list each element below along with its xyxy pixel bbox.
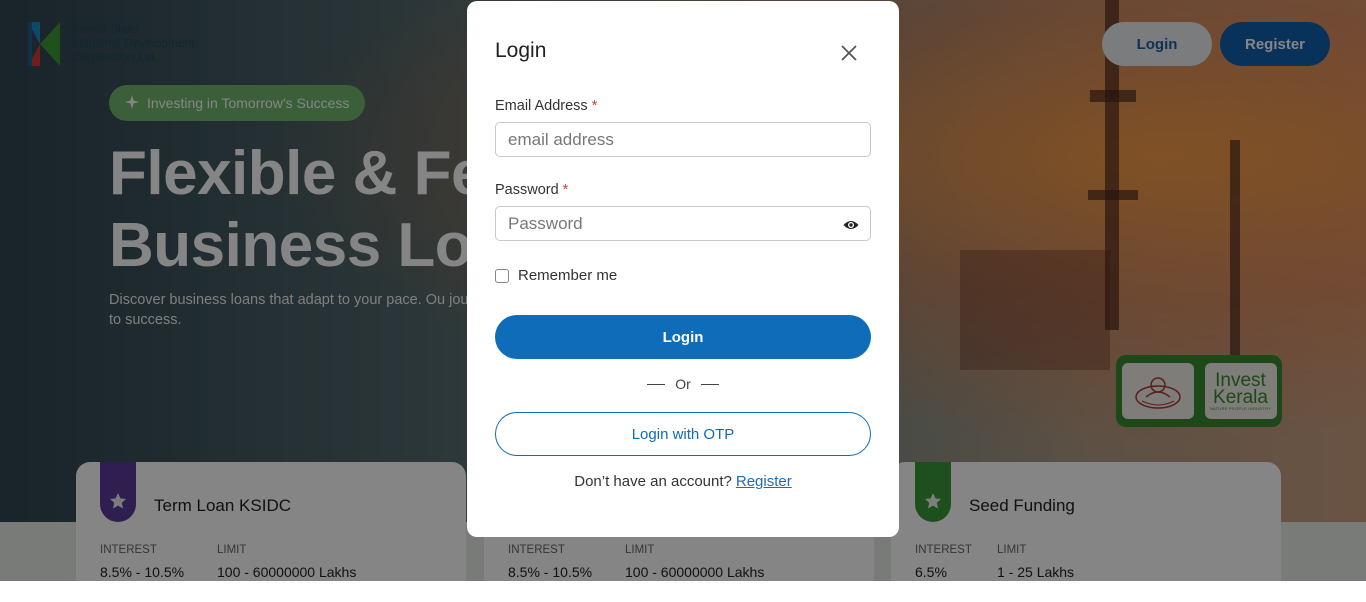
eye-icon[interactable] — [843, 217, 859, 231]
or-divider: Or — [495, 376, 871, 392]
email-label-text: Email Address — [495, 98, 588, 114]
no-account-text: Don’t have an account? — [574, 473, 732, 490]
password-label-text: Password — [495, 182, 559, 198]
remember-me-label: Remember me — [518, 267, 618, 284]
register-link[interactable]: Register — [736, 473, 792, 490]
login-button[interactable]: Login — [495, 315, 871, 359]
required-mark: * — [591, 98, 598, 114]
divider-line — [700, 383, 719, 385]
login-with-otp-button[interactable]: Login with OTP — [495, 412, 871, 456]
remember-me: Remember me — [495, 267, 617, 284]
remember-me-checkbox[interactable] — [495, 268, 509, 283]
page: Kerala State Industrial Development Corp… — [0, 0, 1366, 602]
or-text: Or — [675, 376, 691, 392]
email-field[interactable] — [495, 122, 871, 157]
register-prompt: Don’t have an account? Register — [495, 473, 871, 490]
required-mark: * — [562, 182, 569, 198]
password-label: Password * — [495, 182, 568, 198]
email-label: Email Address * — [495, 98, 597, 114]
close-icon[interactable] — [837, 41, 861, 65]
login-modal: Login Email Address* Password* Remember … — [467, 1, 899, 537]
modal-title: Login — [495, 39, 547, 62]
divider-line — [647, 383, 666, 385]
password-field[interactable] — [495, 206, 871, 241]
